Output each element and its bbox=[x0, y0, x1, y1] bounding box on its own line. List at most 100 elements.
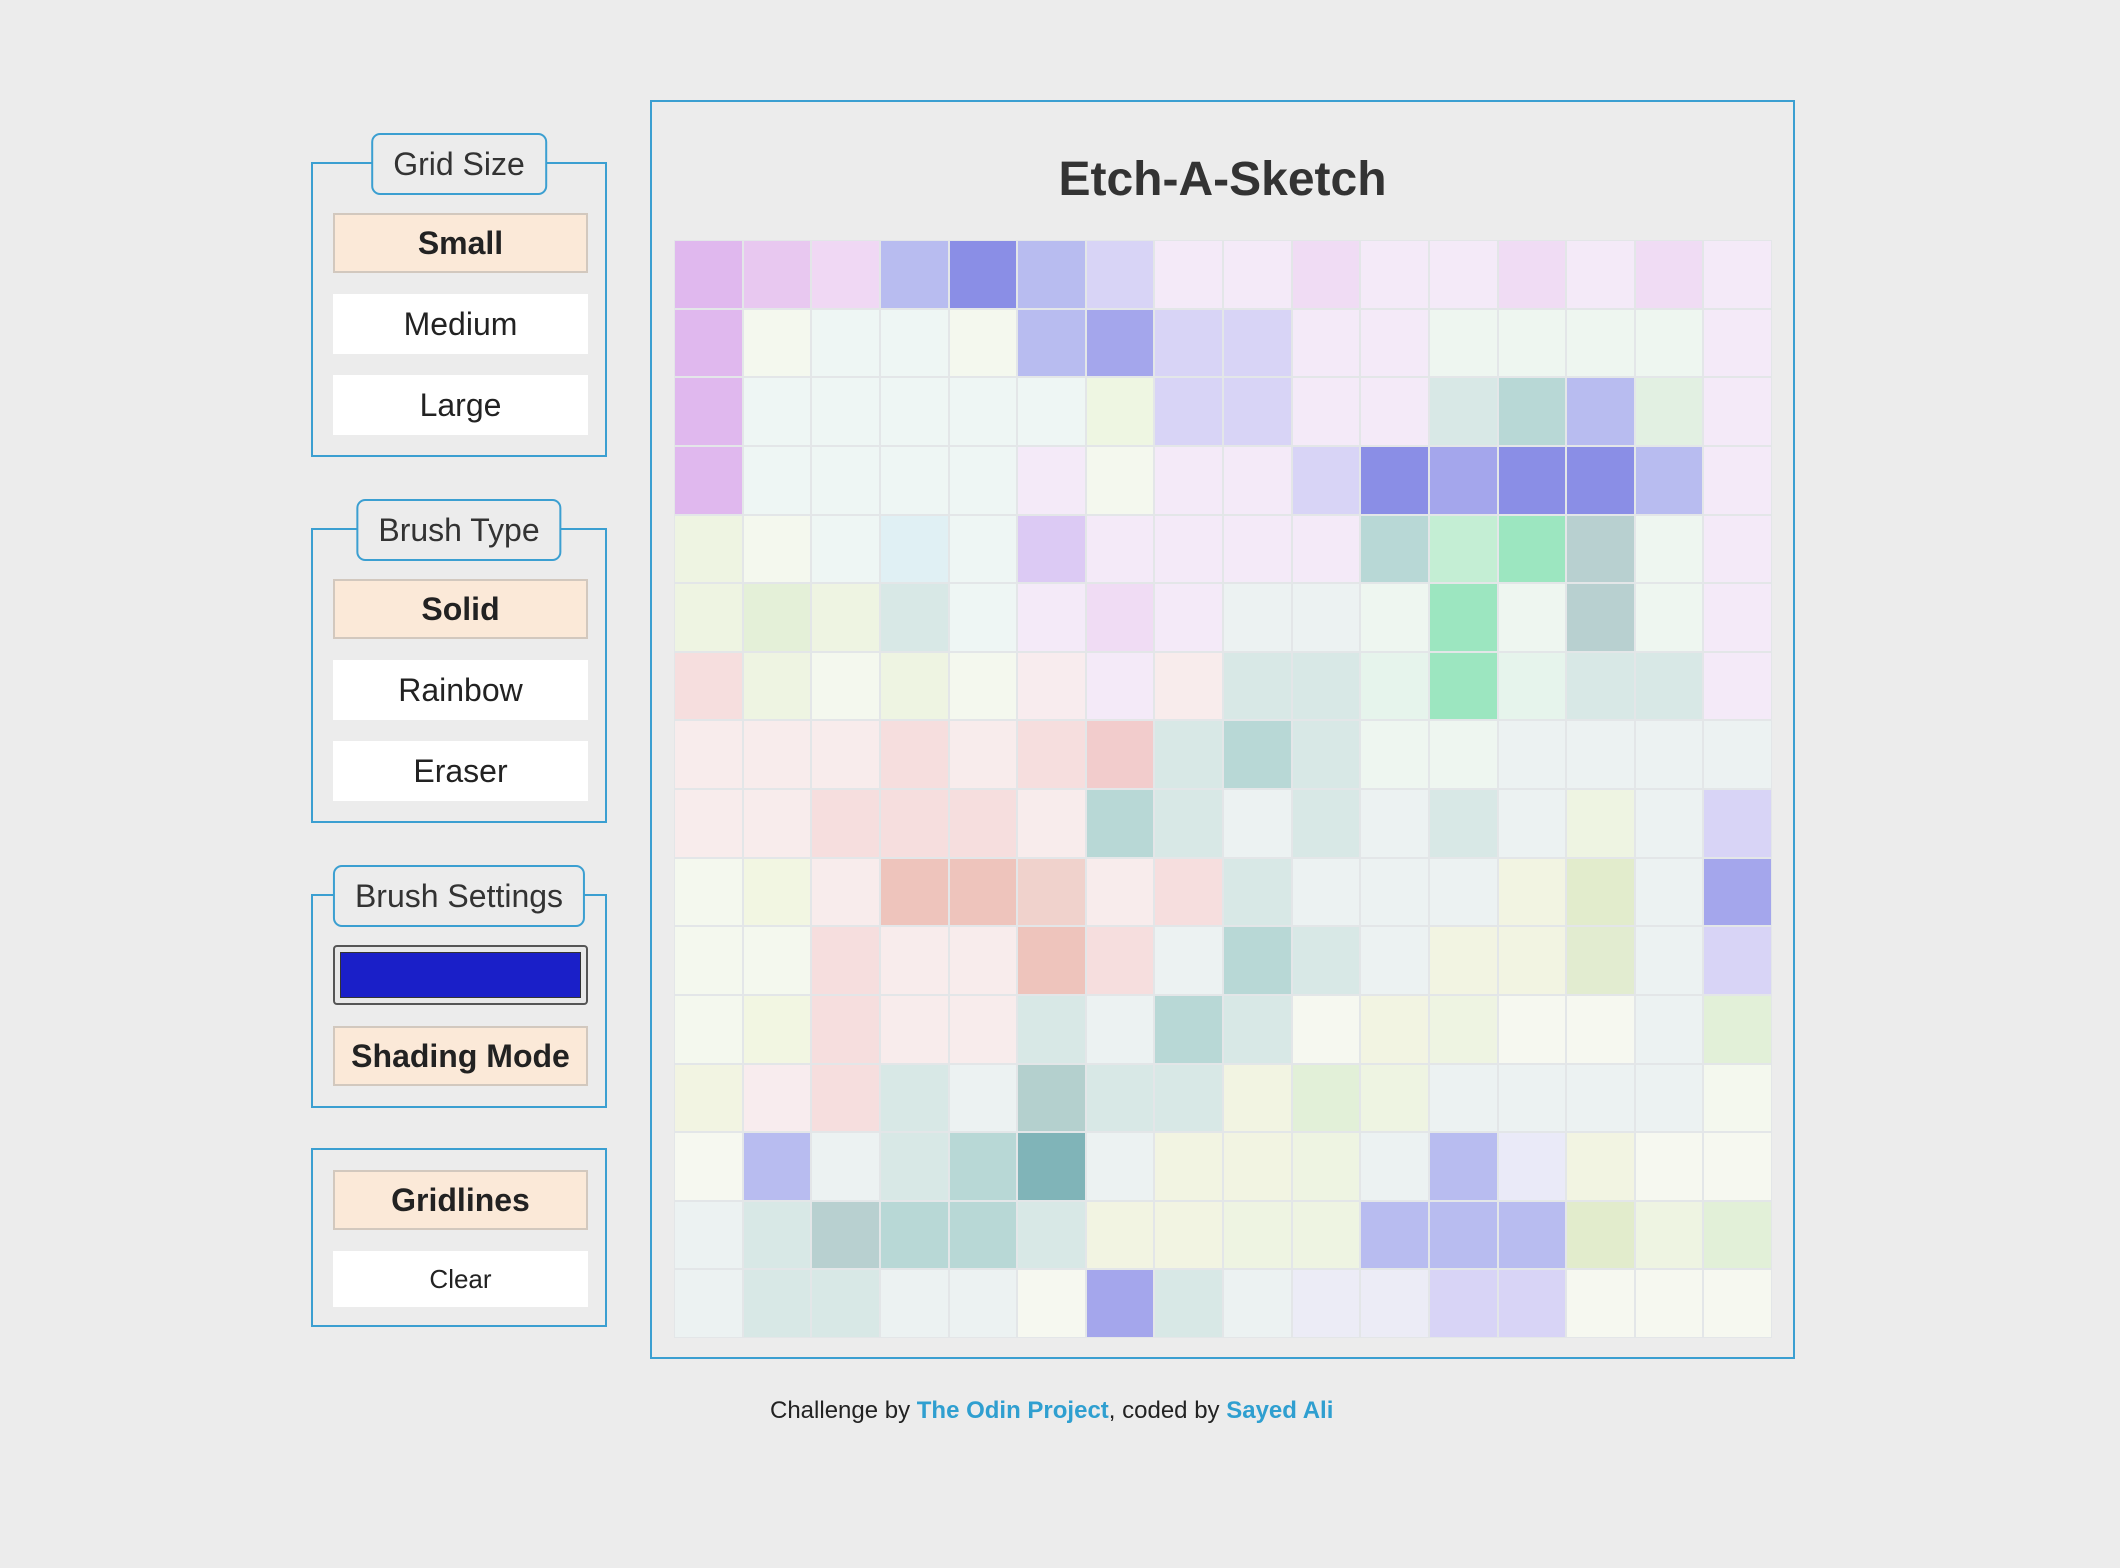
grid-cell[interactable] bbox=[1634, 308, 1704, 378]
grid-cell[interactable] bbox=[674, 1200, 743, 1270]
grid-cell[interactable] bbox=[1634, 1200, 1704, 1270]
grid-cell[interactable] bbox=[811, 857, 880, 927]
grid-cell[interactable] bbox=[1017, 240, 1086, 309]
grid-cell[interactable] bbox=[742, 926, 812, 995]
grid-cell[interactable] bbox=[1703, 308, 1772, 378]
grid-cell[interactable] bbox=[948, 1132, 1018, 1201]
grid-cell[interactable] bbox=[1428, 445, 1498, 515]
grid-cell[interactable] bbox=[1497, 994, 1567, 1064]
grid-cell[interactable] bbox=[879, 240, 949, 309]
grid-cell[interactable] bbox=[879, 651, 949, 721]
grid-cell[interactable] bbox=[811, 583, 880, 652]
grid-cell[interactable] bbox=[1223, 1063, 1292, 1133]
grid-cell[interactable] bbox=[1703, 720, 1772, 789]
grid-cell[interactable] bbox=[1360, 789, 1429, 858]
grid-cell[interactable] bbox=[1085, 789, 1155, 858]
grid-cell[interactable] bbox=[1360, 720, 1429, 789]
grid-cell[interactable] bbox=[1223, 240, 1292, 309]
grid-cell[interactable] bbox=[742, 720, 812, 789]
grid-cell[interactable] bbox=[1017, 1200, 1086, 1270]
grid-cell[interactable] bbox=[1497, 377, 1567, 446]
medium-grid-button[interactable]: Medium bbox=[333, 294, 588, 354]
grid-cell[interactable] bbox=[811, 1269, 880, 1338]
grid-cell[interactable] bbox=[948, 926, 1018, 995]
grid-cell[interactable] bbox=[1085, 240, 1155, 309]
grid-cell[interactable] bbox=[1566, 1132, 1635, 1201]
grid-cell[interactable] bbox=[1360, 514, 1429, 584]
grid-cell[interactable] bbox=[948, 720, 1018, 789]
grid-cell[interactable] bbox=[1634, 240, 1704, 309]
grid-cell[interactable] bbox=[1291, 1063, 1361, 1133]
grid-cell[interactable] bbox=[1566, 583, 1635, 652]
grid-cell[interactable] bbox=[1566, 926, 1635, 995]
grid-cell[interactable] bbox=[1017, 926, 1086, 995]
grid-cell[interactable] bbox=[879, 1200, 949, 1270]
grid-cell[interactable] bbox=[1497, 240, 1567, 309]
grid-cell[interactable] bbox=[1154, 445, 1223, 515]
grid-cell[interactable] bbox=[1703, 857, 1772, 927]
grid-cell[interactable] bbox=[1017, 857, 1086, 927]
grid-cell[interactable] bbox=[1085, 308, 1155, 378]
grid-cell[interactable] bbox=[1154, 651, 1223, 721]
grid-cell[interactable] bbox=[879, 445, 949, 515]
grid-cell[interactable] bbox=[879, 308, 949, 378]
grid-cell[interactable] bbox=[1428, 240, 1498, 309]
grid-cell[interactable] bbox=[742, 308, 812, 378]
grid-cell[interactable] bbox=[948, 994, 1018, 1064]
grid-cell[interactable] bbox=[948, 445, 1018, 515]
grid-cell[interactable] bbox=[1703, 240, 1772, 309]
grid-cell[interactable] bbox=[742, 789, 812, 858]
grid-cell[interactable] bbox=[1566, 1063, 1635, 1133]
grid-cell[interactable] bbox=[1017, 445, 1086, 515]
grid-cell[interactable] bbox=[742, 445, 812, 515]
grid-cell[interactable] bbox=[1291, 240, 1361, 309]
small-grid-button[interactable]: Small bbox=[333, 213, 588, 273]
grid-cell[interactable] bbox=[1017, 308, 1086, 378]
grid-cell[interactable] bbox=[1566, 240, 1635, 309]
grid-cell[interactable] bbox=[674, 926, 743, 995]
grid-cell[interactable] bbox=[1085, 445, 1155, 515]
grid-cell[interactable] bbox=[1360, 445, 1429, 515]
grid-cell[interactable] bbox=[1154, 1269, 1223, 1338]
grid-cell[interactable] bbox=[1085, 1200, 1155, 1270]
grid-cell[interactable] bbox=[1634, 445, 1704, 515]
grid-cell[interactable] bbox=[1497, 1200, 1567, 1270]
grid-cell[interactable] bbox=[1497, 720, 1567, 789]
grid-cell[interactable] bbox=[742, 994, 812, 1064]
grid-cell[interactable] bbox=[1566, 789, 1635, 858]
grid-cell[interactable] bbox=[1497, 445, 1567, 515]
grid-cell[interactable] bbox=[1428, 1063, 1498, 1133]
grid-cell[interactable] bbox=[1085, 377, 1155, 446]
grid-cell[interactable] bbox=[1360, 994, 1429, 1064]
grid-cell[interactable] bbox=[674, 1132, 743, 1201]
grid-cell[interactable] bbox=[1634, 720, 1704, 789]
grid-cell[interactable] bbox=[811, 445, 880, 515]
grid-cell[interactable] bbox=[1291, 926, 1361, 995]
clear-button[interactable]: Clear bbox=[333, 1251, 588, 1307]
grid-cell[interactable] bbox=[1223, 926, 1292, 995]
grid-cell[interactable] bbox=[811, 994, 880, 1064]
grid-cell[interactable] bbox=[1703, 377, 1772, 446]
grid-cell[interactable] bbox=[1634, 583, 1704, 652]
grid-cell[interactable] bbox=[1223, 377, 1292, 446]
grid-cell[interactable] bbox=[811, 240, 880, 309]
grid-cell[interactable] bbox=[1154, 1200, 1223, 1270]
grid-cell[interactable] bbox=[1634, 926, 1704, 995]
grid-cell[interactable] bbox=[1497, 1132, 1567, 1201]
grid-cell[interactable] bbox=[879, 583, 949, 652]
grid-cell[interactable] bbox=[1428, 994, 1498, 1064]
grid-cell[interactable] bbox=[1085, 720, 1155, 789]
grid-cell[interactable] bbox=[1223, 720, 1292, 789]
grid-cell[interactable] bbox=[1017, 1063, 1086, 1133]
grid-cell[interactable] bbox=[1566, 308, 1635, 378]
grid-cell[interactable] bbox=[1428, 926, 1498, 995]
grid-cell[interactable] bbox=[742, 857, 812, 927]
grid-cell[interactable] bbox=[1566, 1200, 1635, 1270]
grid-cell[interactable] bbox=[1703, 583, 1772, 652]
odin-project-link[interactable]: The Odin Project bbox=[917, 1397, 1109, 1424]
grid-cell[interactable] bbox=[1223, 514, 1292, 584]
grid-cell[interactable] bbox=[1291, 651, 1361, 721]
grid-cell[interactable] bbox=[948, 583, 1018, 652]
grid-cell[interactable] bbox=[1566, 445, 1635, 515]
grid-cell[interactable] bbox=[1634, 1269, 1704, 1338]
